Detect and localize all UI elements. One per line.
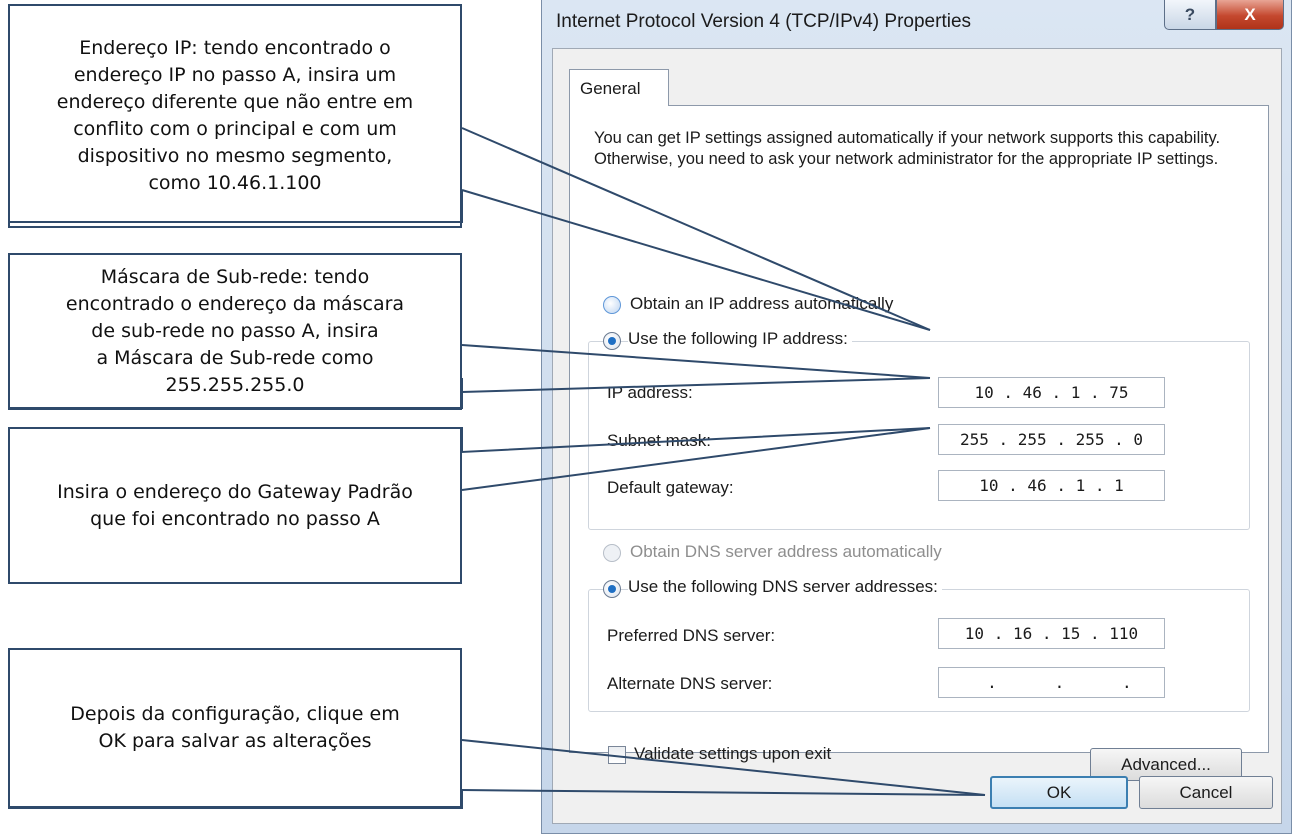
ok-button[interactable]: OK — [990, 776, 1128, 809]
use-dns-label[interactable]: Use the following DNS server addresses: — [628, 577, 942, 597]
callout-line: Depois da configuração, clique em — [70, 703, 400, 725]
callout-line: de sub-rede no passo A, insira — [91, 320, 379, 342]
validate-label[interactable]: Validate settings upon exit — [634, 744, 831, 764]
ip-address-field[interactable]: 10 . 46 . 1 . 75 — [938, 377, 1165, 408]
callout-line: 255.255.255.0 — [165, 374, 305, 396]
preferred-dns-label: Preferred DNS server: — [607, 626, 776, 645]
validate-checkbox[interactable] — [608, 746, 626, 764]
callout-line: Máscara de Sub-rede: tendo — [100, 266, 370, 288]
obtain-dns-auto-label[interactable]: Obtain DNS server address automatically — [630, 542, 942, 562]
help-button[interactable]: ? — [1164, 0, 1216, 30]
ipv4-properties-dialog: Internet Protocol Version 4 (TCP/IPv4) P… — [541, 0, 1292, 834]
default-gateway-label: Default gateway: — [607, 478, 734, 497]
use-ip-radio[interactable] — [603, 332, 621, 350]
callout-subnet-mask: Máscara de Sub-rede: tendo encontrado o … — [8, 253, 462, 410]
callout-line: como 10.46.1.100 — [148, 172, 322, 194]
help-icon: ? — [1184, 4, 1196, 24]
dialog-client-area: General You can get IP settings assigned… — [552, 48, 1282, 824]
callout-line: endereço IP no passo A, insira um — [73, 64, 397, 86]
callout-line: que foi encontrado no passo A — [90, 507, 380, 530]
default-gateway-field[interactable]: 10 . 46 . 1 . 1 — [938, 470, 1165, 501]
callout-line: Endereço IP: tendo encontrado o — [79, 37, 391, 59]
callout-default-gateway: Insira o endereço do Gateway Padrão que … — [8, 427, 462, 584]
callout-ip-address: Endereço IP: tendo encontrado o endereço… — [8, 4, 462, 228]
callout-line: a Máscara de Sub-rede como — [96, 347, 374, 369]
subnet-mask-label: Subnet mask: — [607, 431, 711, 450]
use-dns-radio[interactable] — [603, 580, 621, 598]
callout-line: endereço diferente que não entre em — [56, 91, 414, 113]
close-button[interactable]: X — [1216, 0, 1284, 30]
alternate-dns-label: Alternate DNS server: — [607, 674, 773, 693]
obtain-dns-auto-radio[interactable] — [603, 544, 621, 562]
callout-line: encontrado o endereço da máscara — [65, 293, 405, 315]
title-bar[interactable]: Internet Protocol Version 4 (TCP/IPv4) P… — [542, 0, 1291, 48]
callout-ok: Depois da configuração, clique em OK par… — [8, 648, 462, 808]
subnet-mask-field[interactable]: 255 . 255 . 255 . 0 — [938, 424, 1165, 455]
callout-line: Insira o endereço do Gateway Padrão — [57, 480, 413, 503]
description-text: You can get IP settings assigned automat… — [594, 129, 1221, 168]
close-icon: X — [1244, 4, 1256, 24]
callout-line: conflito com o principal e com um — [73, 118, 397, 140]
dialog-title: Internet Protocol Version 4 (TCP/IPv4) P… — [556, 11, 972, 32]
tab-general[interactable]: General — [569, 69, 669, 106]
callout-line: dispositivo no mesmo segmento, — [77, 145, 393, 167]
general-panel: You can get IP settings assigned automat… — [569, 105, 1269, 781]
obtain-ip-auto-radio[interactable] — [603, 296, 621, 314]
preferred-dns-field[interactable]: 10 . 16 . 15 . 110 — [938, 618, 1165, 649]
obtain-ip-auto-label[interactable]: Obtain an IP address automatically — [630, 294, 893, 314]
alternate-dns-field[interactable]: . . . — [938, 667, 1165, 698]
cancel-button[interactable]: Cancel — [1139, 776, 1273, 809]
ip-address-label: IP address: — [607, 383, 693, 402]
callout-line: OK para salvar as alterações — [98, 730, 372, 752]
use-ip-label[interactable]: Use the following IP address: — [628, 329, 852, 349]
